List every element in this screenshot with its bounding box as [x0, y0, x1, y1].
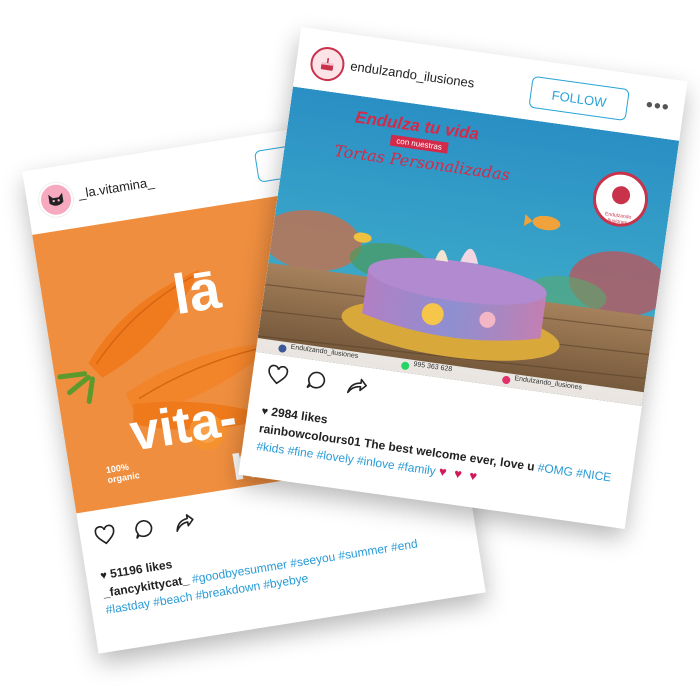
likes-heart-icon: ♥ — [260, 405, 269, 419]
caption-tags-1[interactable]: #OMG — [537, 460, 574, 479]
likes-heart-icon: ♥ — [99, 569, 108, 583]
post-card-endulzando: endulzando_ilusiones FOLLOW ••• Endulza … — [238, 27, 688, 529]
avatar[interactable] — [36, 180, 76, 220]
share-icon[interactable] — [172, 511, 197, 534]
more-icon[interactable]: ••• — [644, 94, 671, 120]
hearts-emoji: ♥ ♥ ♥ — [437, 463, 481, 485]
heart-icon[interactable] — [93, 524, 118, 547]
post-image: Endulza tu vida con nuestras Tortas Pers… — [255, 86, 680, 407]
username[interactable]: _la.vitamina_ — [77, 174, 155, 201]
post-actions — [265, 364, 369, 398]
heart-icon[interactable] — [265, 364, 290, 387]
brand-text-1: lā — [168, 256, 225, 327]
cake-avatar-icon — [320, 58, 334, 71]
username[interactable]: endulzando_ilusiones — [349, 58, 475, 90]
cat-avatar-icon — [48, 192, 64, 206]
share-icon[interactable] — [345, 375, 370, 398]
follow-button[interactable]: FOLLOW — [528, 75, 630, 122]
caption: _fancykittycat_ #goodbyesummer #seeyou #… — [102, 529, 463, 619]
comment-icon[interactable] — [305, 369, 330, 392]
caption-tags[interactable]: #goodbyesummer #seeyou #summer #end #las… — [105, 537, 419, 617]
comment-icon[interactable] — [132, 517, 157, 540]
avatar[interactable] — [308, 44, 347, 84]
post-actions — [93, 511, 197, 547]
